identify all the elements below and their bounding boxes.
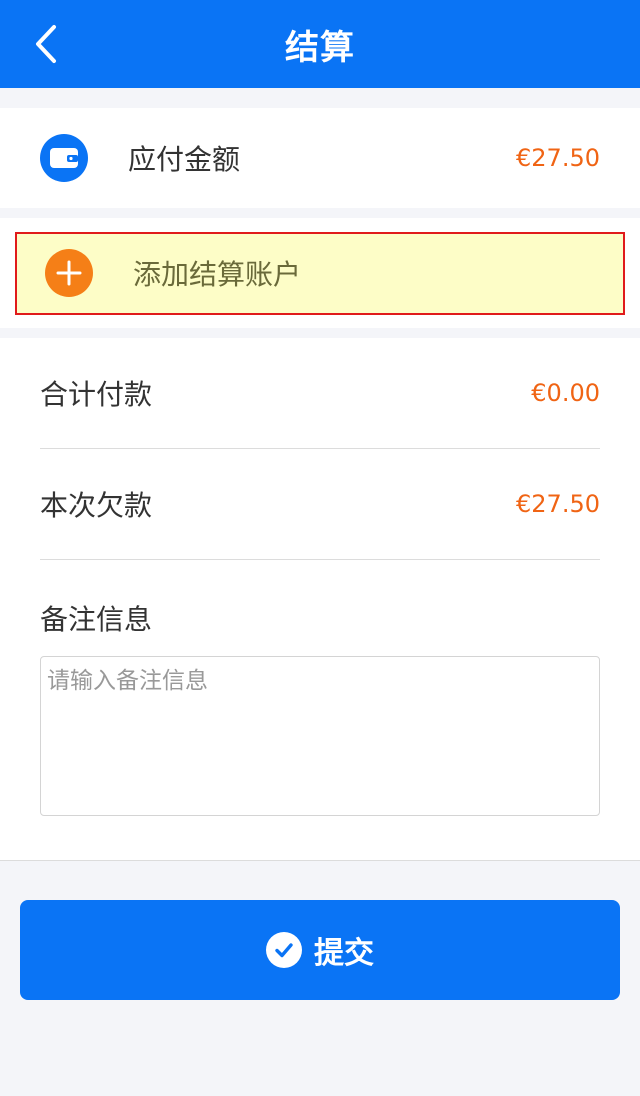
add-account-label: 添加结算账户: [133, 258, 302, 291]
remark-label: 备注信息: [40, 603, 153, 636]
add-account-section: 添加结算账户: [0, 218, 640, 328]
back-button[interactable]: [26, 22, 66, 66]
this-debt-row: 本次欠款 €27.50: [40, 449, 600, 560]
payment-details: 合计付款 €0.00 本次欠款 €27.50 备注信息: [0, 338, 640, 861]
wallet-icon: [40, 134, 88, 182]
total-paid-row: 合计付款 €0.00: [40, 338, 600, 449]
total-paid-value: €0.00: [531, 379, 600, 407]
this-debt-label: 本次欠款: [40, 489, 153, 522]
chevron-left-icon: [36, 25, 56, 63]
plus-icon: [45, 249, 93, 297]
amount-due-value: €27.50: [516, 144, 600, 172]
amount-due-row: 应付金额 €27.50: [0, 108, 640, 208]
submit-button[interactable]: 提交: [20, 900, 620, 1000]
top-bar: 结算: [0, 0, 640, 88]
this-debt-value: €27.50: [516, 490, 600, 518]
submit-label: 提交: [314, 936, 374, 971]
remark-input[interactable]: [40, 656, 600, 816]
add-settlement-account-button[interactable]: 添加结算账户: [15, 231, 625, 315]
amount-due-label: 应付金额: [128, 143, 241, 176]
total-paid-label: 合计付款: [40, 378, 153, 411]
page-title: 结算: [285, 27, 355, 68]
check-circle-icon: [266, 932, 302, 968]
